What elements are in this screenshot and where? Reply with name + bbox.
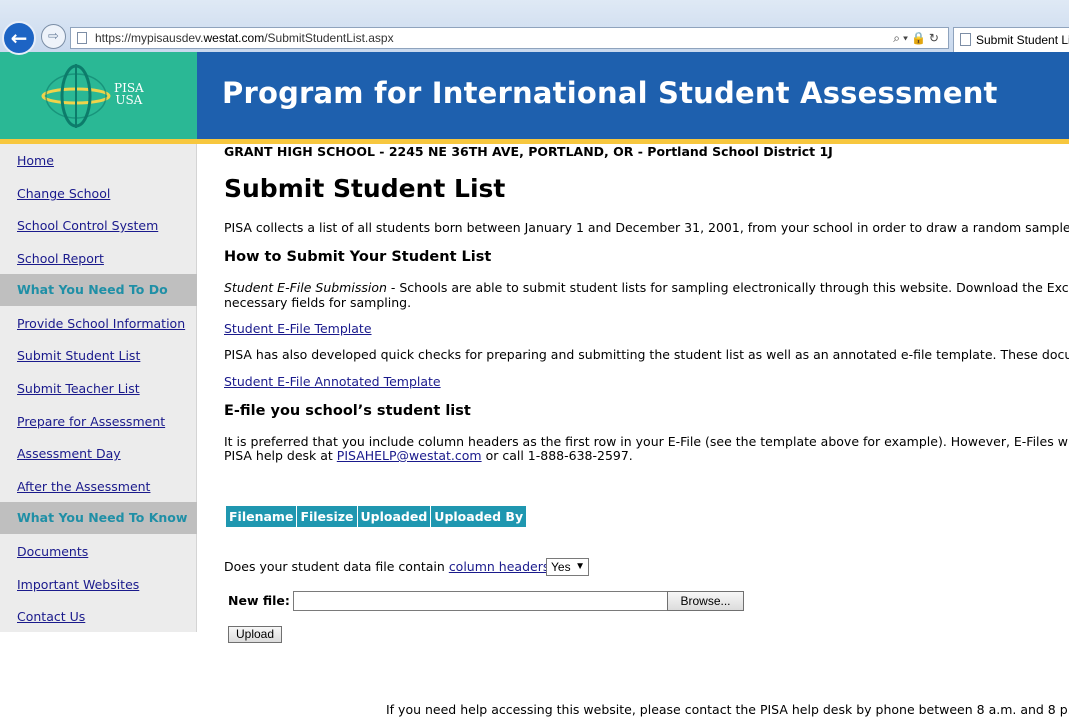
efile-description-cont: necessary fields for sampling. xyxy=(224,295,412,310)
column-headers-select[interactable]: Yes ▼ xyxy=(546,558,589,576)
tab-page-icon xyxy=(960,33,971,46)
column-headers-text: It is preferred that you include column … xyxy=(224,434,1069,449)
sidebar-item-school-report[interactable]: School Report xyxy=(17,251,104,266)
footer-help-text: If you need help accessing this website,… xyxy=(386,702,1069,717)
column-header-uploaded-by: Uploaded By xyxy=(431,506,527,527)
globe-icon xyxy=(41,64,111,128)
school-info: GRANT HIGH SCHOOL - 2245 NE 36TH AVE, PO… xyxy=(224,144,833,159)
intro-text: PISA collects a list of all students bor… xyxy=(224,220,1069,235)
student-efile-template-link[interactable]: Student E-File Template xyxy=(224,321,372,336)
address-bar[interactable]: https://mypisausdev.westat.com/SubmitStu… xyxy=(70,27,949,49)
sidebar-item-prepare-for-assessment[interactable]: Prepare for Assessment xyxy=(17,414,165,429)
browse-button[interactable]: Browse... xyxy=(667,591,744,611)
sidebar-section-know: What You Need To Know xyxy=(0,502,197,534)
sidebar-item-submit-teacher-list[interactable]: Submit Teacher List xyxy=(17,381,140,396)
efile-heading: E-file you school’s student list xyxy=(224,403,471,419)
back-button[interactable]: ← xyxy=(2,21,36,55)
efile-label: Student E-File Submission xyxy=(224,280,387,295)
sidebar-item-change-school[interactable]: Change School xyxy=(17,186,110,201)
sidebar-item-documents[interactable]: Documents xyxy=(17,544,88,559)
page-title: Submit Student List xyxy=(224,174,506,203)
browser-chrome: ⇨ https://mypisausdev.westat.com/SubmitS… xyxy=(0,0,1069,52)
column-header-uploaded: Uploaded xyxy=(357,506,431,527)
new-file-label: New file: xyxy=(228,593,290,608)
forward-button[interactable]: ⇨ xyxy=(41,24,66,49)
chevron-down-icon: ▼ xyxy=(575,561,585,572)
sidebar-item-assessment-day[interactable]: Assessment Day xyxy=(17,446,121,461)
url-text[interactable]: https://mypisausdev.westat.com/SubmitStu… xyxy=(95,28,394,48)
pisa-usa-logo[interactable]: PISA USA xyxy=(0,52,197,139)
page-icon xyxy=(77,32,87,44)
uploaded-files-table: Filename Filesize Uploaded Uploaded By xyxy=(225,505,527,528)
logo-text: PISA USA xyxy=(114,81,144,107)
table-header-row: Filename Filesize Uploaded Uploaded By xyxy=(226,506,527,527)
annotated-template-link[interactable]: Student E-File Annotated Template xyxy=(224,374,441,389)
sidebar-item-important-websites[interactable]: Important Websites xyxy=(17,577,139,592)
helpdesk-email-link[interactable]: PISAHELP@westat.com xyxy=(337,448,482,463)
sidebar-item-submit-student-list[interactable]: Submit Student List xyxy=(17,348,140,363)
sidebar-item-provide-school-information[interactable]: Provide School Information xyxy=(17,316,185,331)
sidebar-item-after-the-assessment[interactable]: After the Assessment xyxy=(17,479,150,494)
forward-arrow-icon: ⇨ xyxy=(48,29,59,44)
sidebar-item-contact-us[interactable]: Contact Us xyxy=(17,609,85,624)
tab-title: Submit Student List xyxy=(976,33,1069,47)
column-headers-question: Does your student data file contain colu… xyxy=(224,559,554,574)
column-header-filename: Filename xyxy=(226,506,297,527)
banner-title: Program for International Student Assess… xyxy=(222,76,998,110)
upload-button[interactable]: Upload xyxy=(228,626,282,643)
quick-checks-text: PISA has also developed quick checks for… xyxy=(224,347,1069,362)
column-header-filesize: Filesize xyxy=(297,506,357,527)
sidebar-item-home[interactable]: Home xyxy=(17,153,54,168)
how-to-submit-heading: How to Submit Your Student List xyxy=(224,249,492,265)
back-arrow-icon: ← xyxy=(10,26,28,50)
site-banner: Program for International Student Assess… xyxy=(197,52,1069,139)
column-headers-link[interactable]: column headers xyxy=(449,559,550,574)
sidebar: Home Change School School Control System… xyxy=(0,144,197,632)
main-content: GRANT HIGH SCHOOL - 2245 NE 36TH AVE, PO… xyxy=(224,144,1069,721)
helpdesk-text: PISA help desk at PISAHELP@westat.com or… xyxy=(224,448,633,463)
sidebar-item-school-control-system[interactable]: School Control System xyxy=(17,218,158,233)
address-bar-icons[interactable]: ⌕▾🔒↻ xyxy=(893,28,942,48)
efile-description: Student E-File Submission - Schools are … xyxy=(224,280,1069,295)
file-input[interactable] xyxy=(293,591,668,611)
browser-tab[interactable]: Submit Student List xyxy=(953,27,1069,52)
sidebar-section-todo: What You Need To Do xyxy=(0,274,197,306)
